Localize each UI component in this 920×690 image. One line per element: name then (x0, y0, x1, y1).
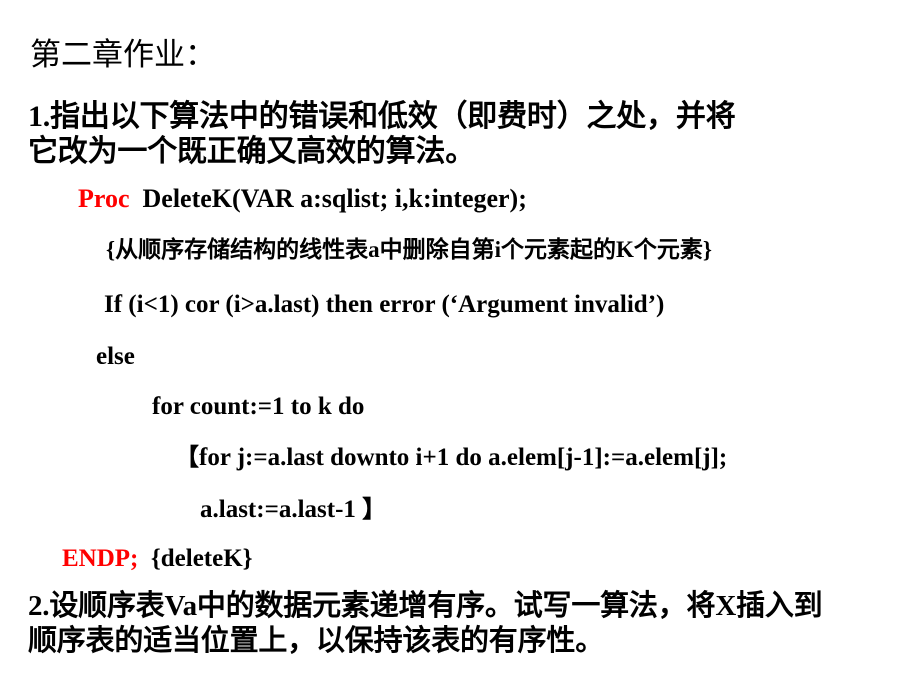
question-2-line-2: 顺序表的适当位置上，以保持该表的有序性。 (28, 624, 605, 657)
question-2-line-1: 2.设顺序表Va中的数据元素递增有序。试写一算法，将X插入到 (28, 590, 823, 622)
code-line-for-inner: 【for j:=a.last downto i+1 do a.elem[j-1]… (175, 445, 727, 470)
question-1-line-2: 它改为一个既正确又高效的算法。 (28, 135, 475, 169)
code-line-for-outer: for count:=1 to k do (152, 394, 364, 419)
code-line-procedure-header: Proc DeleteK(VAR a:sqlist; i,k:integer); (78, 186, 527, 212)
code-line-endp: ENDP; {deleteK} (62, 546, 253, 571)
if-statement: If (i<1) cor (i>a.last) then error (‘Arg… (104, 291, 665, 318)
lenticular-open-bracket-icon: 【 (175, 443, 199, 471)
proc-signature: DeleteK(VAR a:sqlist; i,k:integer); (142, 184, 527, 213)
question-1-block: 1.指出以下算法中的错误和低效（即费时）之处，并将 它改为一个既正确又高效的算法… (28, 99, 908, 169)
slide-canvas: 第二章作业： 1.指出以下算法中的错误和低效（即费时）之处，并将 它改为一个既正… (0, 0, 920, 690)
lenticular-close-bracket-icon: 】 (362, 495, 387, 523)
else-keyword: else (96, 343, 135, 370)
comment-text: {从顺序存储结构的线性表a中删除自第i个元素起的K个元素} (106, 237, 712, 262)
code-line-else: else (96, 344, 135, 369)
endp-keyword: ENDP; (62, 545, 139, 572)
page-title: 第二章作业： (30, 37, 216, 72)
endp-comment: {deleteK} (150, 545, 253, 572)
proc-keyword: Proc (78, 184, 130, 213)
question-1-line-1: 1.指出以下算法中的错误和低效（即费时）之处，并将 (28, 100, 736, 133)
code-line-comment: {从顺序存储结构的线性表a中删除自第i个元素起的K个元素} (106, 238, 712, 261)
for-outer-statement: for count:=1 to k do (152, 393, 365, 420)
question-2-block: 2.设顺序表Va中的数据元素递增有序。试写一算法，将X插入到 顺序表的适当位置上… (28, 589, 918, 659)
code-line-if: If (i<1) cor (i>a.last) then error (‘Arg… (104, 292, 664, 317)
assign-last-statement: a.last:=a.last-1 (200, 496, 363, 523)
code-line-assign-last: a.last:=a.last-1 】 (200, 497, 386, 522)
for-inner-statement: for j:=a.last downto i+1 do a.elem[j-1]:… (199, 444, 728, 471)
